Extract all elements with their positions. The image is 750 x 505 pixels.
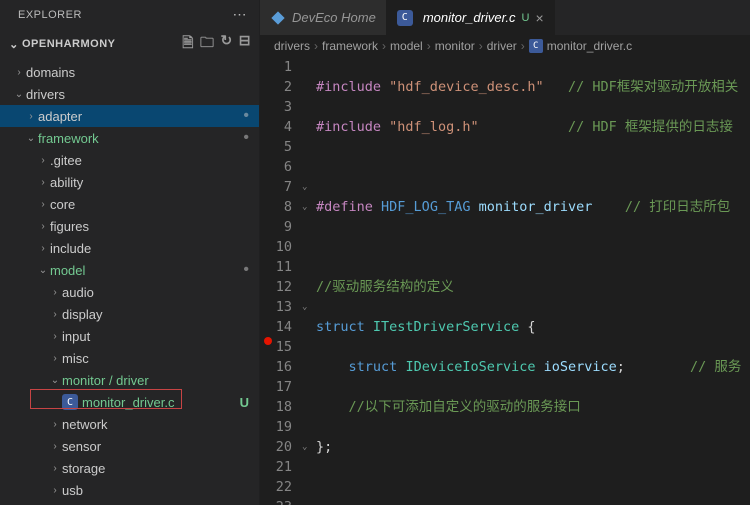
tree-item-sensor[interactable]: ›sensor	[0, 435, 259, 457]
tree-item-misc[interactable]: ›misc	[0, 347, 259, 369]
fold-gutter: ⌄ ⌄ ⌄ ⌄	[302, 57, 316, 505]
section-header[interactable]: ⌄ OPENHARMONY 🗎 🗀 ↻ ⊟	[0, 29, 259, 59]
tree-item-monitor-file[interactable]: Cmonitor_driver.cU	[0, 391, 259, 413]
editor-tabs: DevEco Home C monitor_driver.c U ×	[260, 0, 750, 35]
explorer-header: EXPLORER ⋯	[0, 0, 259, 29]
tree-item-domains[interactable]: ›domains	[0, 61, 259, 83]
deveco-icon	[270, 10, 286, 26]
tree-item-framework[interactable]: ⌄framework•	[0, 127, 259, 149]
more-icon[interactable]: ⋯	[233, 6, 248, 23]
tab-deveco[interactable]: DevEco Home	[260, 0, 387, 35]
tree-item-input[interactable]: ›input	[0, 325, 259, 347]
tree-item-drivers[interactable]: ⌄drivers	[0, 83, 259, 105]
close-icon[interactable]: ×	[535, 10, 543, 26]
modified-badge: U	[522, 12, 530, 24]
tree-item-gitee[interactable]: ›.gitee	[0, 149, 259, 171]
tree-item-model[interactable]: ⌄model•	[0, 259, 259, 281]
file-tree: ›domains ⌄drivers ›adapter• ⌄framework• …	[0, 59, 259, 505]
tree-item-adapter[interactable]: ›adapter•	[0, 105, 259, 127]
tree-item-network[interactable]: ›network	[0, 413, 259, 435]
tree-item-audio[interactable]: ›audio	[0, 281, 259, 303]
breadcrumb[interactable]: drivers› framework› model› monitor› driv…	[260, 35, 750, 57]
tab-monitor-label: monitor_driver.c	[423, 10, 516, 25]
section-title: OPENHARMONY	[22, 38, 182, 50]
c-file-icon: C	[62, 394, 78, 410]
tree-item-figures[interactable]: ›figures	[0, 215, 259, 237]
chevron-down-icon: ⌄	[8, 38, 20, 51]
explorer-title: EXPLORER	[18, 9, 233, 21]
c-file-icon: C	[397, 10, 413, 26]
tree-item-display[interactable]: ›display	[0, 303, 259, 325]
new-folder-icon[interactable]: 🗀	[200, 32, 215, 56]
breakpoint-icon[interactable]	[264, 337, 272, 345]
tree-item-core[interactable]: ›core	[0, 193, 259, 215]
tree-item-usb[interactable]: ›usb	[0, 479, 259, 501]
line-gutter: 1234567891011121314151617181920212223	[260, 57, 302, 505]
refresh-icon[interactable]: ↻	[221, 32, 233, 56]
collapse-icon[interactable]: ⊟	[239, 32, 251, 56]
tree-item-ability[interactable]: ›ability	[0, 171, 259, 193]
tree-item-monitor-driver[interactable]: ⌄monitor / driver	[0, 369, 259, 391]
new-file-icon[interactable]: 🗎	[182, 32, 194, 56]
tree-item-include[interactable]: ›include	[0, 237, 259, 259]
tree-item-storage[interactable]: ›storage	[0, 457, 259, 479]
explorer-sidebar: EXPLORER ⋯ ⌄ OPENHARMONY 🗎 🗀 ↻ ⊟ ›domain…	[0, 0, 260, 505]
c-file-icon: C	[529, 39, 543, 53]
main-area: DevEco Home C monitor_driver.c U × drive…	[260, 0, 750, 505]
code-editor[interactable]: 1234567891011121314151617181920212223 ⌄ …	[260, 57, 750, 505]
tab-monitor[interactable]: C monitor_driver.c U ×	[387, 0, 555, 35]
tab-deveco-label: DevEco Home	[292, 10, 376, 25]
code-content[interactable]: #include "hdf_device_desc.h" // HDF框架对驱动…	[316, 57, 750, 505]
